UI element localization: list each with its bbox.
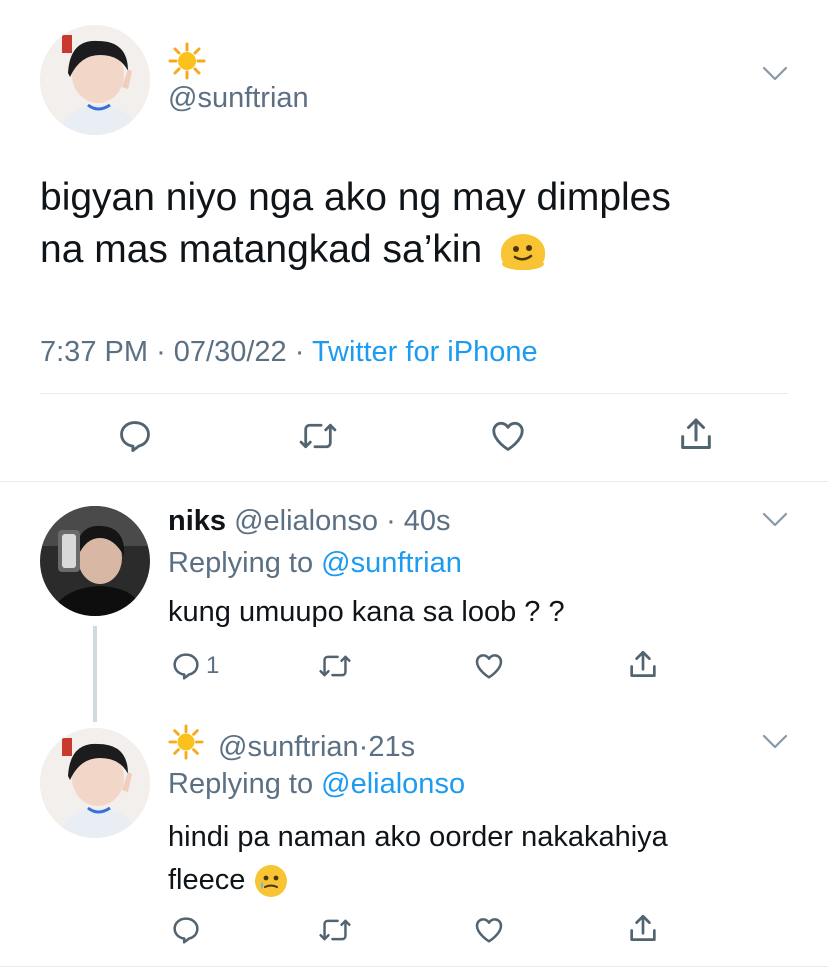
share-icon	[630, 914, 656, 941]
avatar-sunftrian[interactable]	[40, 25, 150, 135]
reply2-text-line1: hindi pa naman ako oorder nakakahiya	[168, 821, 668, 853]
tweet-source[interactable]: Twitter for iPhone	[312, 336, 538, 368]
chevron-down-icon[interactable]	[762, 66, 788, 82]
retweet-icon	[319, 919, 351, 941]
melting-face-emoji	[501, 233, 546, 270]
reply1-replying-to: Replying to @sunftrian	[168, 547, 462, 579]
reply-icon	[173, 917, 199, 944]
sun-emoji	[168, 42, 206, 85]
reply2-text-line2: fleece	[168, 859, 788, 902]
retweet-icon	[299, 423, 337, 449]
thread-line	[93, 626, 97, 722]
divider	[40, 393, 788, 394]
tweet-time: 7:37 PM	[40, 336, 148, 368]
reply1-text: kung umuupo kana sa loob ? ?	[168, 596, 565, 628]
tweet-text: bigyan niyo nga ako ng may dimples na ma…	[40, 172, 800, 276]
separator-dot: ·	[378, 505, 404, 537]
separator-dot: ·	[156, 336, 174, 368]
like-icon	[475, 918, 503, 943]
separator-dot: ·	[358, 730, 369, 763]
retweet-icon	[319, 655, 351, 677]
like-icon	[492, 421, 524, 451]
reply2-text: hindi pa naman ako oorder nakakahiya fle…	[168, 816, 788, 902]
tweet-text-line2: na mas matangkad sa’kin	[40, 224, 800, 276]
tweet-date: 07/30/22	[173, 336, 287, 368]
divider	[0, 481, 828, 482]
chevron-down-icon[interactable]	[762, 512, 788, 528]
reply2-handle[interactable]: @sunftrian	[218, 729, 359, 765]
reply2-replying-to: Replying to @elialonso	[168, 768, 466, 800]
share-button[interactable]	[676, 415, 716, 455]
reply1-age: 40s	[403, 505, 451, 537]
like-button[interactable]	[472, 914, 506, 946]
reply1-header: niks @elialonso · 40s	[168, 503, 451, 539]
like-button[interactable]	[488, 417, 528, 455]
chevron-down-icon[interactable]	[762, 734, 788, 750]
retweet-button[interactable]	[318, 650, 352, 682]
replying-to-link[interactable]: @sunftrian	[321, 547, 462, 579]
reply-button[interactable]	[170, 914, 202, 946]
tweet-meta: 7:37 PM · 07/30/22 · Twitter for iPhone	[40, 334, 538, 370]
share-icon	[681, 418, 711, 449]
sun-emoji	[168, 724, 204, 769]
reply-count: 1	[206, 652, 220, 679]
reply1-name[interactable]: niks	[168, 505, 226, 537]
crying-face-emoji	[255, 864, 288, 897]
share-button[interactable]	[626, 648, 660, 682]
avatar-elialonso[interactable]	[40, 506, 150, 616]
share-icon	[630, 650, 656, 677]
retweet-button[interactable]	[318, 914, 352, 946]
separator-dot: ·	[294, 336, 312, 368]
reply1-handle[interactable]: @elialonso	[234, 505, 378, 537]
like-icon	[475, 654, 503, 679]
share-button[interactable]	[626, 912, 660, 946]
retweet-button[interactable]	[298, 417, 338, 455]
handle[interactable]: @sunftrian	[168, 80, 309, 116]
reply-icon	[120, 421, 150, 452]
reply-icon	[173, 653, 199, 680]
divider	[0, 966, 828, 967]
reply-button[interactable]: 1	[170, 650, 219, 682]
reply-button[interactable]	[116, 417, 154, 455]
reply2-age: 21s	[368, 730, 416, 763]
avatar-sunftrian[interactable]	[40, 728, 150, 838]
reply2-header: @sunftrian · 21s	[168, 724, 415, 769]
like-button[interactable]	[472, 650, 506, 682]
display-name[interactable]	[168, 42, 206, 85]
tweet-text-line1: bigyan niyo nga ako ng may dimples	[40, 176, 671, 219]
replying-to-link[interactable]: @elialonso	[321, 768, 465, 800]
